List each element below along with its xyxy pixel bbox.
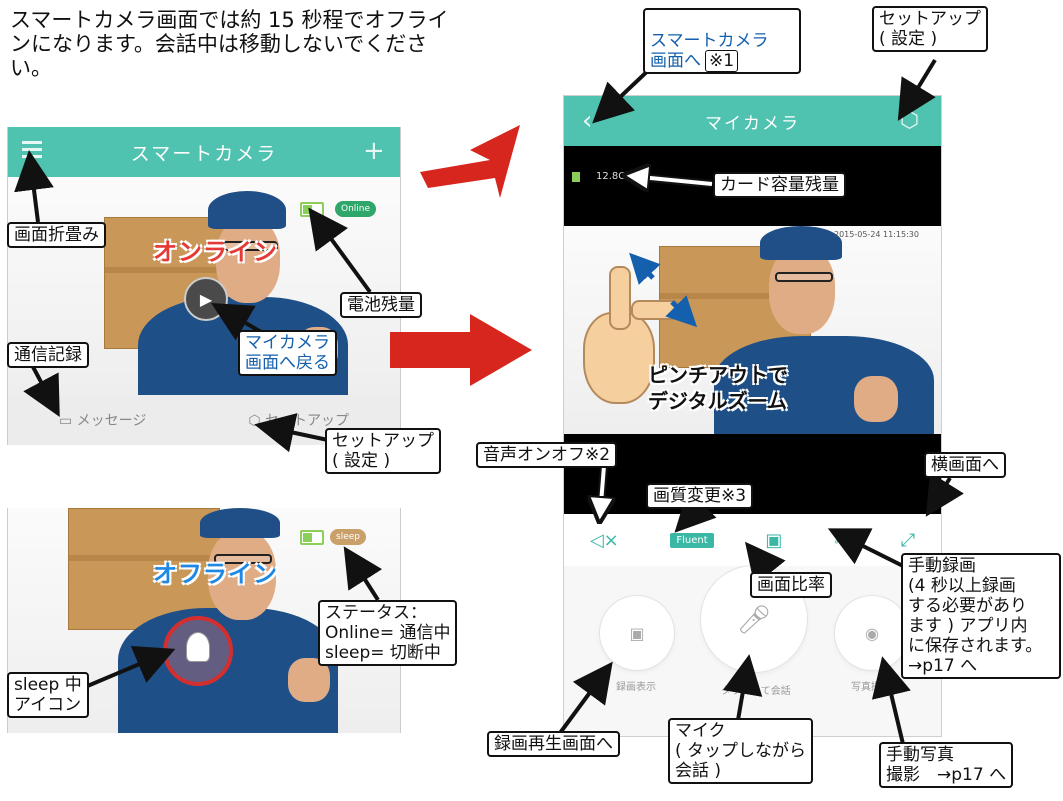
back-chevron-icon[interactable]: ‹ <box>582 106 592 136</box>
card-capacity-text: 12.8G <box>596 171 627 182</box>
video-timestamp: 2015-05-24 11:15:30 <box>834 230 919 239</box>
offline-label: オフライン <box>153 560 278 588</box>
photo-label: 写真撮影 <box>851 682 891 693</box>
callout-manual-photo: 手動写真 撮影 →p17 へ <box>879 742 1014 788</box>
callout-back-to-mycamera: マイカメラ 画面へ戻る <box>238 330 337 376</box>
battery-icon-offline <box>300 530 324 545</box>
callout-sleep-icon: sleep 中 アイコン <box>7 672 89 718</box>
callout-mic: マイク ( タップしながら 会話 ) <box>668 718 814 784</box>
smart-camera-screen: スマートカメラ + Online オンライン ▶ ▭ メッセージ ⬡ セットアッ… <box>7 127 401 445</box>
gear-icon: ⬡ <box>248 413 266 429</box>
callout-aspect: 画面比率 <box>750 572 832 598</box>
add-icon[interactable]: + <box>363 138 385 164</box>
callout-smart-camera: スマートカメラ 画面へ ※1 <box>643 8 801 74</box>
status-pill-sleep: sleep <box>330 529 366 545</box>
my-camera-title: マイカメラ <box>705 113 800 134</box>
sleep-icon <box>163 616 233 686</box>
callout-card-remaining: カード容量残量 <box>713 172 846 198</box>
playback-label: 録画表示 <box>616 682 656 693</box>
status-pill-online: Online <box>335 201 377 217</box>
callout-fold-screen: 画面折畳み <box>7 222 106 248</box>
callout-setup-top: セットアップ ( 設定 ) <box>872 6 988 52</box>
smart-camera-title: スマートカメラ <box>130 142 278 165</box>
mic-label: タップして会話 <box>721 686 791 697</box>
callout-setup-left: セットアップ ( 設定 ) <box>325 428 441 474</box>
my-camera-header: マイカメラ <box>564 96 941 146</box>
quality-button[interactable]: Fluent <box>670 532 714 548</box>
scissors-record-icon[interactable]: ✂ <box>834 530 849 551</box>
smart-camera-header: スマートカメラ <box>8 127 400 177</box>
callout-battery: 電池残量 <box>340 292 422 318</box>
callout-manual-record: 手動録画 (4 秒以上録画 する必要があり ます ) アプリ内 に保存されます。… <box>901 553 1061 679</box>
pinch-hand-illustration <box>575 262 681 404</box>
aspect-ratio-icon[interactable]: ▣ <box>765 530 782 551</box>
callout-audio: 音声オンオフ※2 <box>476 442 618 468</box>
callout-quality: 画質変更※3 <box>646 483 754 509</box>
red-arrow-forward <box>390 314 532 386</box>
sd-card-icon <box>572 172 580 182</box>
expand-icon[interactable]: ⤢ <box>901 530 915 551</box>
photo-button[interactable]: ◉ <box>835 596 909 670</box>
callout-comm-log: 通信記録 <box>7 342 89 368</box>
settings-gear-icon[interactable]: ⬡ <box>900 108 919 133</box>
callout-landscape: 横画面へ <box>924 452 1006 478</box>
playback-button[interactable]: ▣ <box>600 596 674 670</box>
setup-tab[interactable]: ⬡ セットアップ <box>248 410 349 430</box>
pinch-zoom-text: ピンチアウトで デジタルズーム <box>648 363 788 413</box>
message-tab[interactable]: ▭ メッセージ <box>59 410 146 430</box>
intro-text: スマートカメラ画面では約 15 秒程でオフラインになります。会話中は移動しないで… <box>10 8 449 80</box>
menu-icon[interactable] <box>22 141 42 161</box>
play-icon[interactable]: ▶ <box>184 277 228 321</box>
note-ref-1: ※1 <box>705 50 739 72</box>
speaker-mute-icon[interactable]: ◁× <box>590 530 619 551</box>
battery-icon <box>300 202 324 217</box>
message-icon: ▭ <box>58 413 77 429</box>
red-arrow-back <box>420 125 520 198</box>
callout-playback: 録画再生画面へ <box>487 731 620 757</box>
online-label: オンライン <box>153 238 278 266</box>
callout-status: ステータス： Online= 通信中 sleep= 切断中 <box>318 600 458 666</box>
control-row: ◁× Fluent ▣ ✂ ⤢ <box>564 514 941 567</box>
